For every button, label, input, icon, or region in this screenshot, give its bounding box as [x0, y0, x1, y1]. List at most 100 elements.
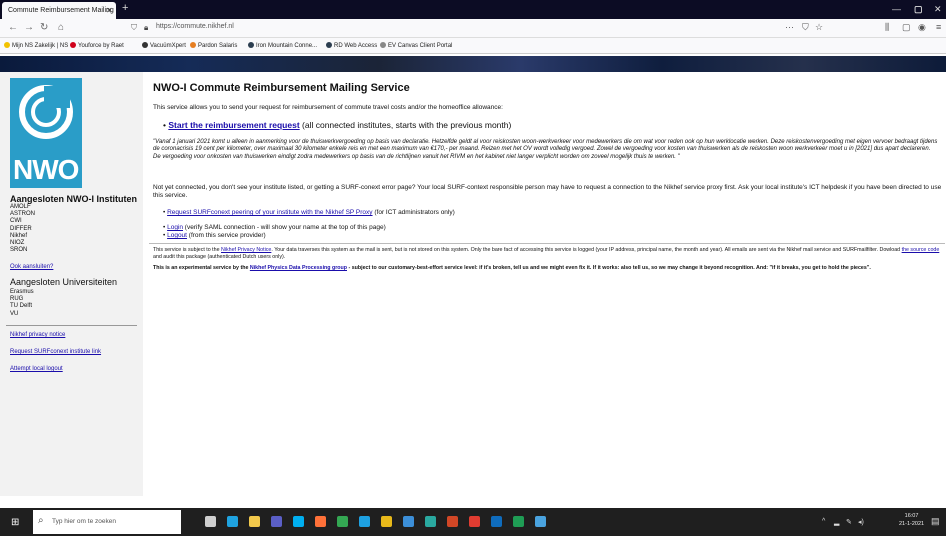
main-content: NWO-I Commute Reimbursement Mailing Serv… [143, 72, 946, 496]
browser-tab-bar: Commute Reimbursement Mailing ✕ + — ▢ ✕ [0, 0, 946, 19]
teams-icon[interactable] [271, 516, 282, 527]
powerpoint-icon[interactable] [447, 516, 458, 527]
powerbi-icon[interactable] [381, 516, 392, 527]
logout-link[interactable]: Logout [167, 232, 187, 239]
pen-icon[interactable]: ✎ [846, 518, 852, 526]
bookmark-rd-web[interactable]: RD Web Access [326, 42, 377, 49]
menu-icon[interactable]: ≡ [936, 22, 941, 32]
forward-icon[interactable]: → [24, 22, 34, 33]
back-icon[interactable]: ← [8, 22, 18, 33]
request-institute-link[interactable]: Request SURFconext institute link [10, 349, 101, 355]
page-actions-icon[interactable]: ··· [785, 22, 794, 32]
universities-list: Erasmus RUG TU Delft VU [10, 289, 34, 318]
bookmark-vacuumxpert[interactable]: VacuümXpert [142, 42, 186, 49]
bookmarks-bar: Mijn NS Zakelijk | NS Youforce by Raet V… [0, 38, 946, 54]
acrobat-icon[interactable] [469, 516, 480, 527]
close-window-icon[interactable]: ✕ [934, 4, 942, 15]
pocket-icon[interactable]: ⛉ [802, 22, 809, 33]
local-logout-link[interactable]: Attempt local logout [10, 366, 63, 372]
windows-start-icon[interactable]: ⊞ [11, 517, 19, 528]
new-tab-icon[interactable]: + [122, 2, 128, 14]
list-item: VU [10, 310, 19, 317]
url-field[interactable]: https://commute.nikhef.nl [156, 23, 234, 30]
photos-icon[interactable] [535, 516, 546, 527]
login-link[interactable]: Login [167, 224, 183, 231]
search-placeholder: Typ hier om te zoeken [52, 518, 116, 525]
privacy-notice-inline-link[interactable]: Nikhef Privacy Notice [221, 247, 271, 253]
bookmark-ev-canvas[interactable]: EV Canvas Client Portal [380, 42, 452, 49]
browser-nav-bar: ← → ↻ ⌂ ⛉ 🔒︎ https://commute.nikhef.nl ·… [0, 19, 946, 38]
request-peering-link[interactable]: Request SURFconext peering of your insti… [167, 209, 372, 216]
outlook-icon[interactable] [491, 516, 502, 527]
bookmark-pardon[interactable]: Pardon Salaris [190, 42, 237, 49]
bookmark-iron-mountain[interactable]: Iron Mountain Conne... [248, 42, 317, 49]
library-icon[interactable]: ⫼ [885, 22, 889, 33]
sidebar-toggle-icon[interactable]: ▢ [902, 22, 911, 33]
sidebar-divider [6, 325, 137, 326]
lock-icon[interactable]: 🔒︎ [144, 23, 148, 33]
footer-text: This service is subject to the [153, 247, 222, 253]
list-item: RUG [10, 296, 24, 303]
list-item: DIFFER [10, 225, 32, 232]
ie-icon[interactable] [359, 516, 370, 527]
join-link[interactable]: Ook aansluiten? [10, 264, 53, 270]
footer-text: and audit this package (authenticated Du… [153, 254, 286, 260]
intro-text: This service allows you to send your req… [153, 104, 503, 111]
chrome-icon[interactable] [337, 516, 348, 527]
footer-text: - subject to our customary-best-effort s… [347, 265, 871, 271]
peering-item: • Request SURFconext peering of your ins… [163, 209, 455, 216]
login-suffix: (verify SAML connection - will show your… [183, 224, 386, 231]
shield-icon[interactable]: ⛉ [131, 23, 137, 33]
reload-icon[interactable]: ↻ [40, 22, 48, 33]
list-item: AMOLF [10, 204, 31, 210]
content-divider [149, 243, 945, 244]
header-banner-image [0, 56, 946, 72]
task-view-icon[interactable] [205, 516, 216, 527]
taskbar-clock[interactable]: 16:07 21-1-2021 [899, 512, 924, 528]
list-item: Erasmus [10, 289, 34, 295]
search-icon: ⌕ [38, 515, 44, 526]
maximize-icon[interactable]: ▢ [914, 4, 923, 15]
file-explorer-icon[interactable] [249, 516, 260, 527]
minimize-icon[interactable]: — [892, 4, 901, 14]
volume-icon[interactable]: ◂) [858, 518, 864, 526]
taskbar-search-input[interactable]: ⌕ Typ hier om te zoeken [33, 510, 181, 534]
notification-icon[interactable]: ▤ [931, 516, 940, 527]
excel-icon[interactable] [513, 516, 524, 527]
logout-suffix: (from this service provider) [186, 232, 266, 239]
list-item: Nikhef [10, 232, 28, 239]
skype-icon[interactable] [293, 516, 304, 527]
privacy-notice-link[interactable]: Nikhef privacy notice [10, 332, 65, 338]
bookmark-star-icon[interactable]: ☆ [815, 22, 823, 33]
footer-text: This is an experimental service by the [153, 265, 250, 271]
tab-close-icon[interactable]: ✕ [106, 6, 113, 15]
app-blue-icon[interactable] [403, 516, 414, 527]
dutch-notice: "Vanaf 1 januari 2021 komt u alleen in a… [153, 139, 943, 161]
globe-icon [248, 42, 254, 48]
bookmark-ns[interactable]: Mijn NS Zakelijk | NS [4, 42, 68, 49]
firefox-icon[interactable] [315, 516, 326, 527]
tab-title: Commute Reimbursement Mailing [8, 7, 114, 14]
list-item: ASTRON [10, 211, 36, 218]
start-reimbursement-link[interactable]: Start the reimbursement request [168, 120, 299, 130]
login-item: • Login (verify SAML connection - will s… [163, 224, 386, 231]
edge-icon[interactable] [227, 516, 238, 527]
nwo-logo-text: NWO [13, 154, 79, 185]
bookmark-youforce[interactable]: Youforce by Raet [70, 42, 124, 49]
page-title: NWO-I Commute Reimbursement Mailing Serv… [153, 82, 410, 94]
not-connected-text: Not yet connected, you don't see your in… [153, 184, 942, 199]
dutch-notice-text: "Vanaf 1 januari 2021 komt u alleen in a… [153, 139, 938, 160]
source-code-link[interactable]: the source code [902, 247, 940, 253]
pdp-group-link[interactable]: Nikhef Physics Data Processing group [250, 265, 347, 271]
home-icon[interactable]: ⌂ [58, 22, 64, 33]
globe-icon [326, 42, 332, 48]
youforce-icon [70, 42, 76, 48]
browser-tab[interactable]: Commute Reimbursement Mailing ✕ [2, 2, 116, 19]
account-icon[interactable]: ◉ [918, 22, 926, 33]
chevron-up-icon[interactable]: ^ [822, 518, 825, 525]
peering-suffix: (for ICT administrators only) [372, 209, 455, 216]
footer-text: . Your data traverses this system as the… [271, 247, 902, 253]
ev-icon [380, 42, 386, 48]
app-teal-icon[interactable] [425, 516, 436, 527]
network-icon[interactable]: ▂ [834, 518, 839, 526]
